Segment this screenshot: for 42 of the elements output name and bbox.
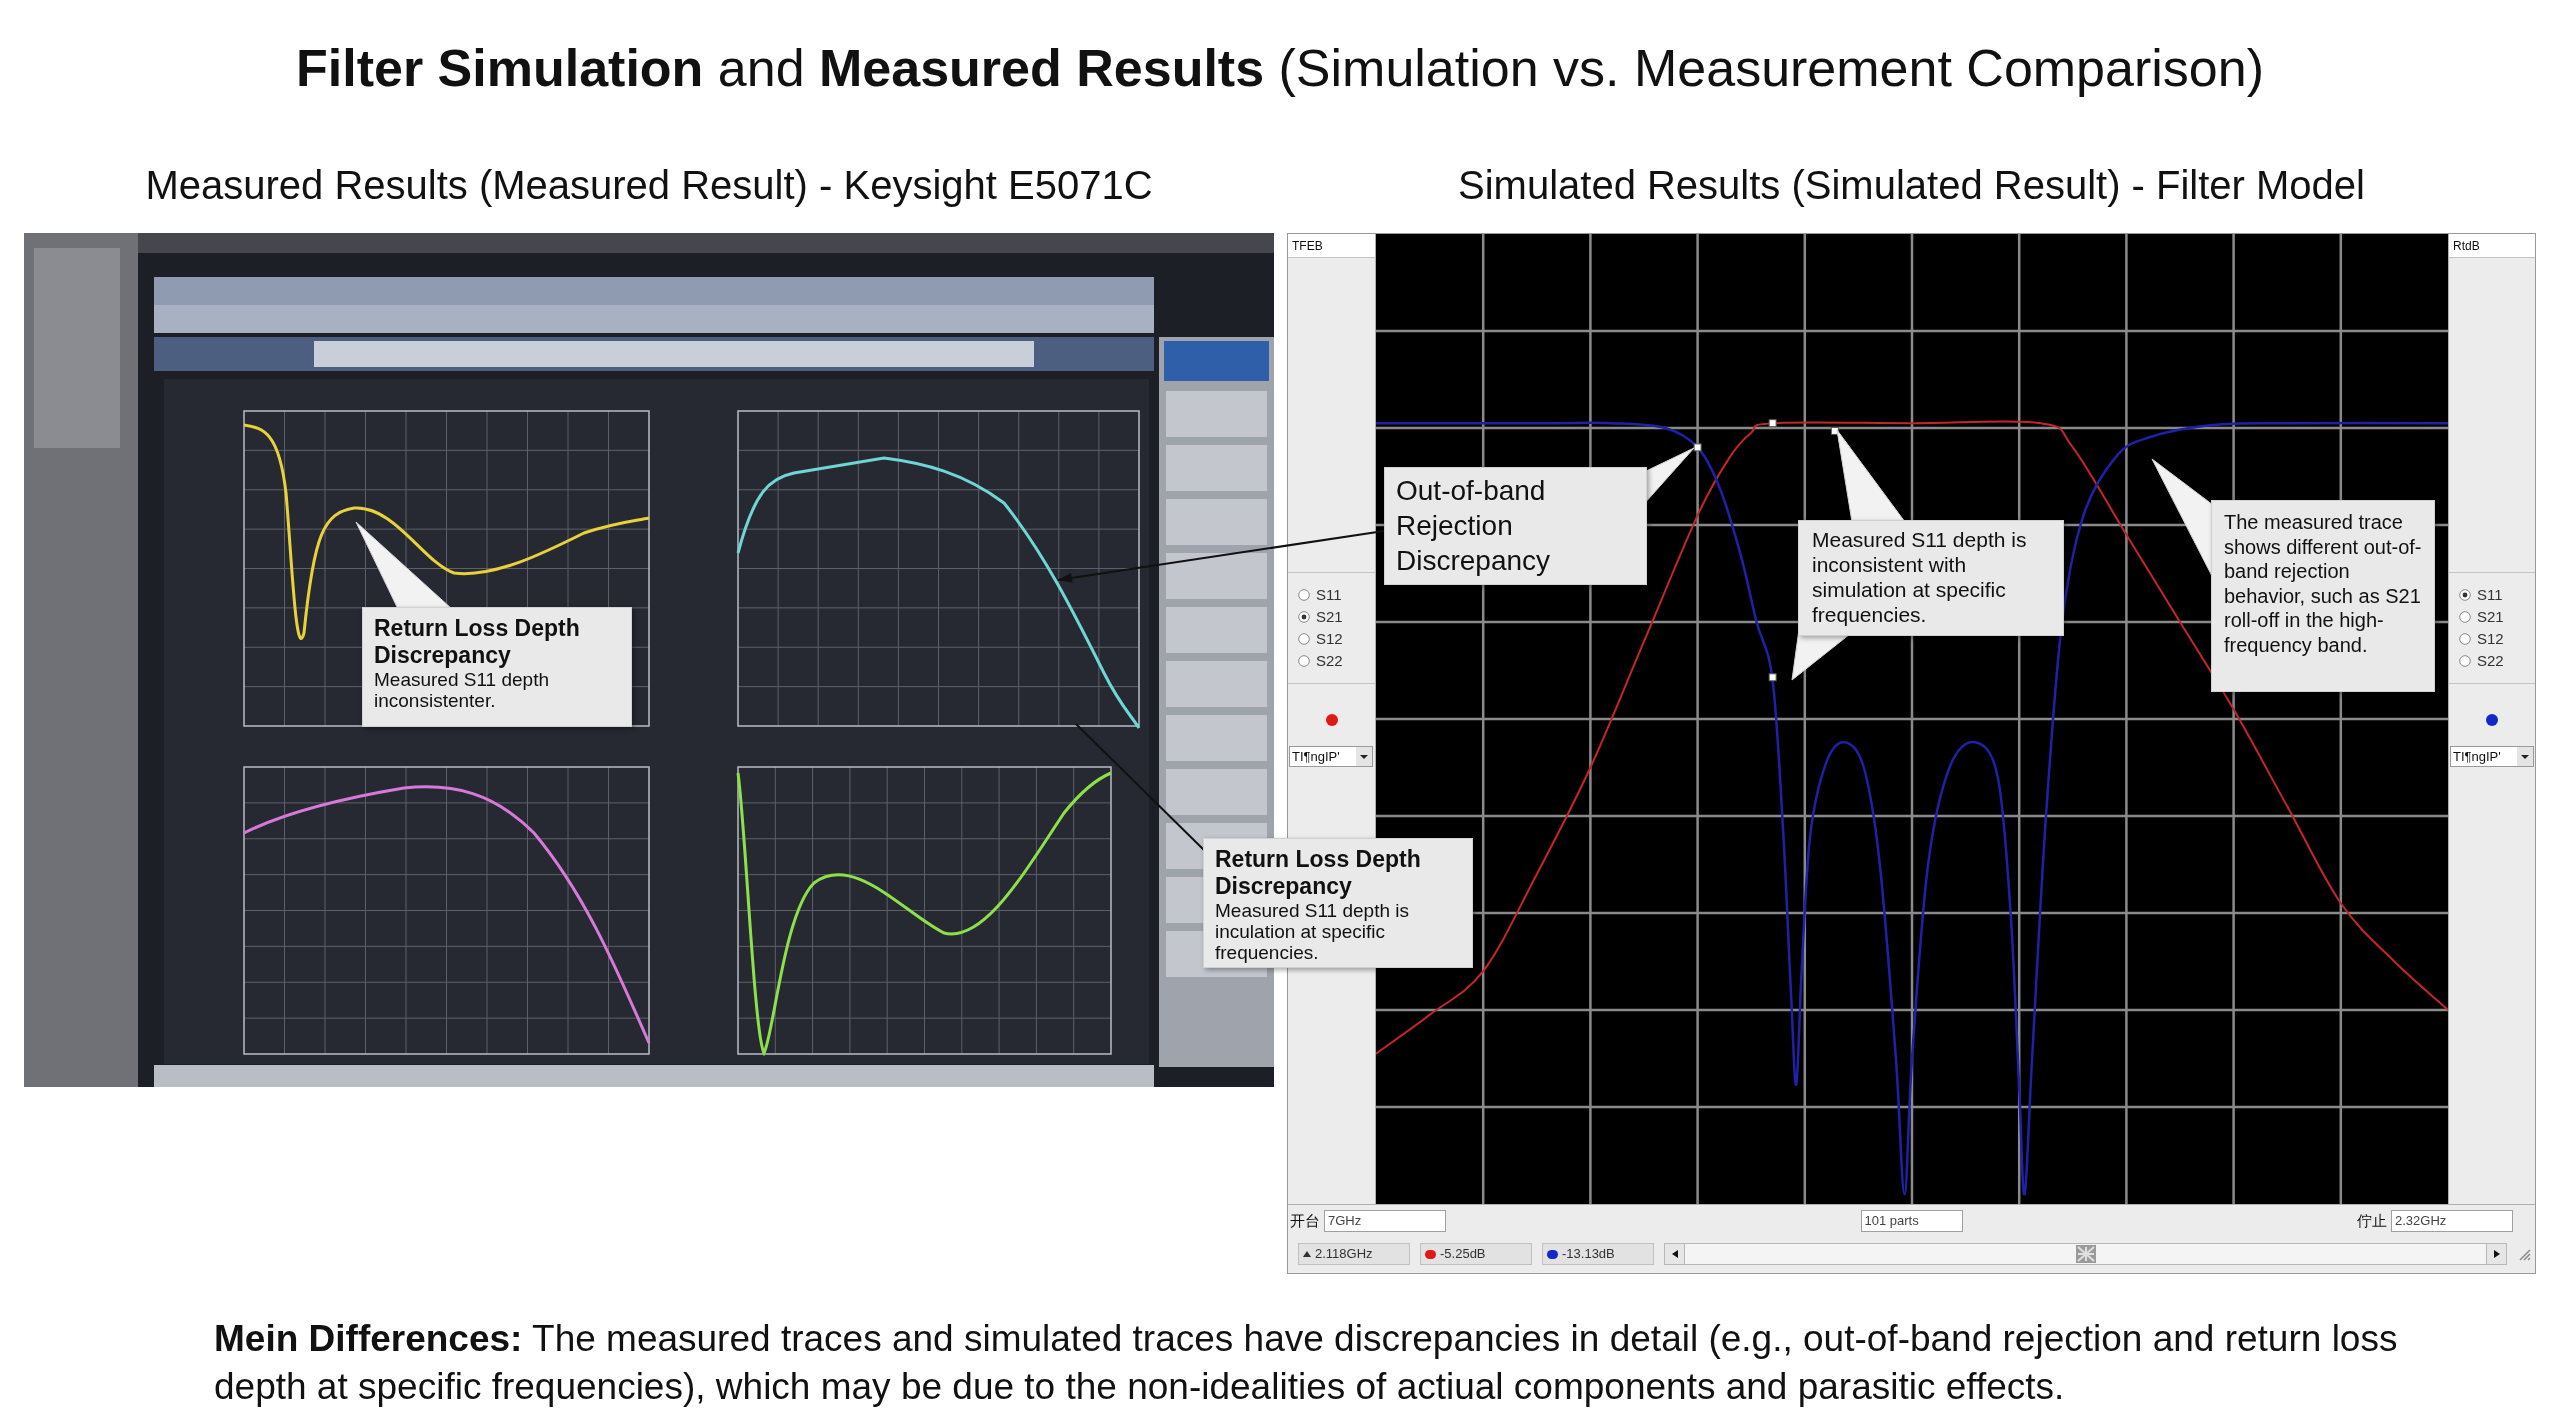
callout-title: Return Loss Depth Discrepancy [1215, 846, 1422, 900]
callout-text: Measured S11 depth is inculation at specific frequencies. [1215, 900, 1410, 963]
radio-option[interactable]: S12 [1288, 628, 1375, 650]
scroll-left-button[interactable] [1665, 1244, 1685, 1264]
radio-option[interactable]: S11 [2449, 584, 2535, 606]
trace-marker [1768, 419, 1777, 428]
caret-right-icon [2493, 1250, 2500, 1258]
callout: Measured S11 depth is inconsistent with simulation at specific frequencies. [1798, 520, 2064, 636]
callout-title: Return Loss Depth Discrepancy [374, 615, 581, 669]
summary-text: Mein Differences: The measured traces and simulated traces have discrepancies in detail (e.g., out-of-band rejection and return loss depth at specific frequencies), which may be due to the non-idealities of actiual components and parasitic effects. [214, 1317, 2399, 1409]
callout-text: Measured S11 depth inconsistenter. [374, 669, 550, 711]
caret-left-icon [1671, 1250, 1678, 1258]
section-heading: Measured Results (Measured Result) - Keysight E5071C [145, 162, 1153, 209]
triangle-icon [1303, 1251, 1311, 1257]
panel-label: TFEB [1288, 234, 1375, 258]
radio-option[interactable]: S22 [1288, 650, 1375, 672]
callout: Out-of-band Rejection Discrepancy [1384, 467, 1647, 585]
panel-label: RtdB [2449, 234, 2535, 258]
points-field[interactable]: 101 parts [1860, 1210, 1963, 1232]
callout: The measured trace shows different out-of-band rejection behavior, such as S21 roll-off in the high-frequency band. [2211, 500, 2435, 692]
trace-dropdown[interactable]: TI¶ngIP' [1289, 746, 1373, 767]
radio-option[interactable]: S11 [1288, 584, 1375, 606]
start-frequency-field[interactable]: 7GHz [1324, 1210, 1446, 1232]
radio-option[interactable]: S22 [2449, 650, 2535, 672]
radio-option[interactable]: S21 [2449, 606, 2535, 628]
trace-marker [1693, 443, 1702, 452]
readout-value: -13.13dB [1562, 1245, 1615, 1264]
scroll-thumb[interactable] [2075, 1245, 2096, 1263]
readout-value: -5.25dB [1440, 1245, 1486, 1264]
trace-marker [1768, 673, 1777, 682]
field-label: 佇止 [2357, 1210, 2387, 1231]
field-label: 开台 [1290, 1210, 1320, 1231]
section-heading: Simulated Results (Simulated Result) - Filter Model [1458, 162, 2365, 209]
trace-dropdown[interactable]: TI¶ngIP' [2450, 746, 2534, 767]
radio-option[interactable]: S12 [2449, 628, 2535, 650]
radio-option[interactable]: S21 [1288, 606, 1375, 628]
stop-frequency-field[interactable]: 2.32GHz [2391, 1210, 2513, 1232]
caret-down-icon [1356, 747, 1372, 766]
resize-grip-icon[interactable] [2517, 1247, 2531, 1261]
page-title: Filter Simulation and Measured Results (Simulation vs. Measurement Comparison) [296, 38, 2264, 99]
readout-value: 2.118GHz [1315, 1245, 1373, 1264]
scroll-right-button[interactable] [2486, 1244, 2506, 1264]
